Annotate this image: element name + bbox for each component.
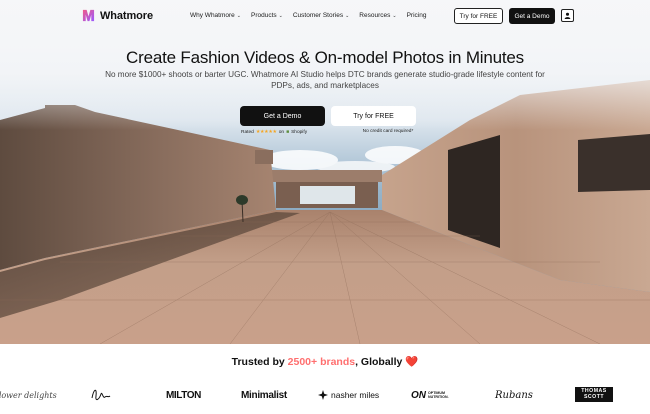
nav-try-free-button[interactable]: Try for FREE bbox=[454, 8, 503, 24]
star-rating-icon: ★★★★★ bbox=[255, 129, 277, 135]
hero-headline: Create Fashion Videos & On-model Photos … bbox=[126, 48, 524, 67]
rating-platform: Shopify bbox=[291, 129, 308, 135]
hero-try-free-button[interactable]: Try for FREE bbox=[331, 106, 416, 126]
chevron-down-icon: ⌄ bbox=[392, 12, 397, 19]
chevron-down-icon: ⌄ bbox=[236, 12, 241, 19]
no-credit-card-note: No credit card required* bbox=[362, 129, 414, 134]
brand-logo-rubans: Rubans bbox=[495, 389, 533, 401]
menu-item-label: Pricing bbox=[406, 12, 427, 19]
brand-logo-thomas-scott: THOMAS SCOTT bbox=[575, 387, 613, 402]
menu-item-resources[interactable]: Resources ⌄ bbox=[359, 12, 396, 19]
menu-item-label: Products bbox=[251, 12, 277, 19]
top-navigation: Whatmore Why Whatmore ⌄ Products ⌄ Custo… bbox=[0, 0, 650, 32]
menu-item-label: Resources bbox=[359, 12, 391, 19]
signature-logo-icon bbox=[91, 389, 111, 401]
rating-prefix: Rated bbox=[241, 129, 254, 135]
menu-item-customer-stories[interactable]: Customer Stories ⌄ bbox=[293, 12, 349, 19]
brand-logo-flower-delights: flower delights bbox=[0, 390, 57, 400]
whatmore-logo-icon bbox=[82, 9, 95, 22]
hero-get-demo-button[interactable]: Get a Demo bbox=[240, 106, 325, 126]
brand-logo-optimum-nutrition: ON OPTIMUM NUTRITION. bbox=[411, 384, 449, 406]
on-mark: ON bbox=[411, 389, 426, 401]
rating-suffix: on bbox=[278, 129, 285, 135]
hero-subhead: No more $1000+ shoots or barter UGC. Wha… bbox=[105, 70, 545, 90]
thomas-scott-line-2: SCOTT bbox=[583, 393, 605, 400]
brand-logo-signature bbox=[90, 384, 112, 406]
menu-item-products[interactable]: Products ⌄ bbox=[251, 12, 283, 19]
trusted-prefix: Trusted by bbox=[231, 356, 288, 368]
trusted-count: 2500+ brands bbox=[287, 356, 356, 368]
logo[interactable]: Whatmore bbox=[82, 9, 153, 22]
trusted-by-heading: Trusted by 2500+ brands, Globally ❤️ bbox=[0, 355, 650, 368]
menu-item-why-whatmore[interactable]: Why Whatmore ⌄ bbox=[190, 12, 241, 19]
brand-logo-milton: MILTON bbox=[166, 389, 202, 401]
brand-logo-minimalist: Minimalist bbox=[241, 389, 287, 401]
user-icon bbox=[564, 12, 571, 19]
logo-text: Whatmore bbox=[100, 9, 153, 22]
user-account-button[interactable] bbox=[561, 9, 574, 22]
menu-item-pricing[interactable]: Pricing bbox=[407, 12, 427, 19]
brand-logo-nasher-miles: nasher miles bbox=[318, 384, 379, 406]
shopify-rating: Rated ★★★★★ on ■ Shopify bbox=[241, 129, 307, 135]
nasher-miles-mark-icon bbox=[318, 390, 328, 400]
menu-item-label: Why Whatmore bbox=[190, 12, 235, 19]
menu-item-label: Customer Stories bbox=[292, 12, 344, 19]
heart-icon: ❤️ bbox=[405, 356, 419, 368]
on-subtext: OPTIMUM NUTRITION. bbox=[428, 391, 449, 399]
main-menu: Why Whatmore ⌄ Products ⌄ Customer Stori… bbox=[190, 12, 426, 19]
nav-get-demo-button[interactable]: Get a Demo bbox=[509, 8, 555, 24]
on-sub-line-2: NUTRITION. bbox=[428, 395, 449, 399]
nasher-miles-text: nasher miles bbox=[331, 390, 380, 400]
brand-logo-strip: flower delights MILTON Minimalist nasher… bbox=[0, 384, 650, 406]
shopify-bag-icon: ■ bbox=[286, 129, 290, 135]
chevron-down-icon: ⌄ bbox=[278, 12, 283, 19]
chevron-down-icon: ⌄ bbox=[345, 12, 350, 19]
trusted-suffix: , Globally bbox=[355, 356, 406, 368]
